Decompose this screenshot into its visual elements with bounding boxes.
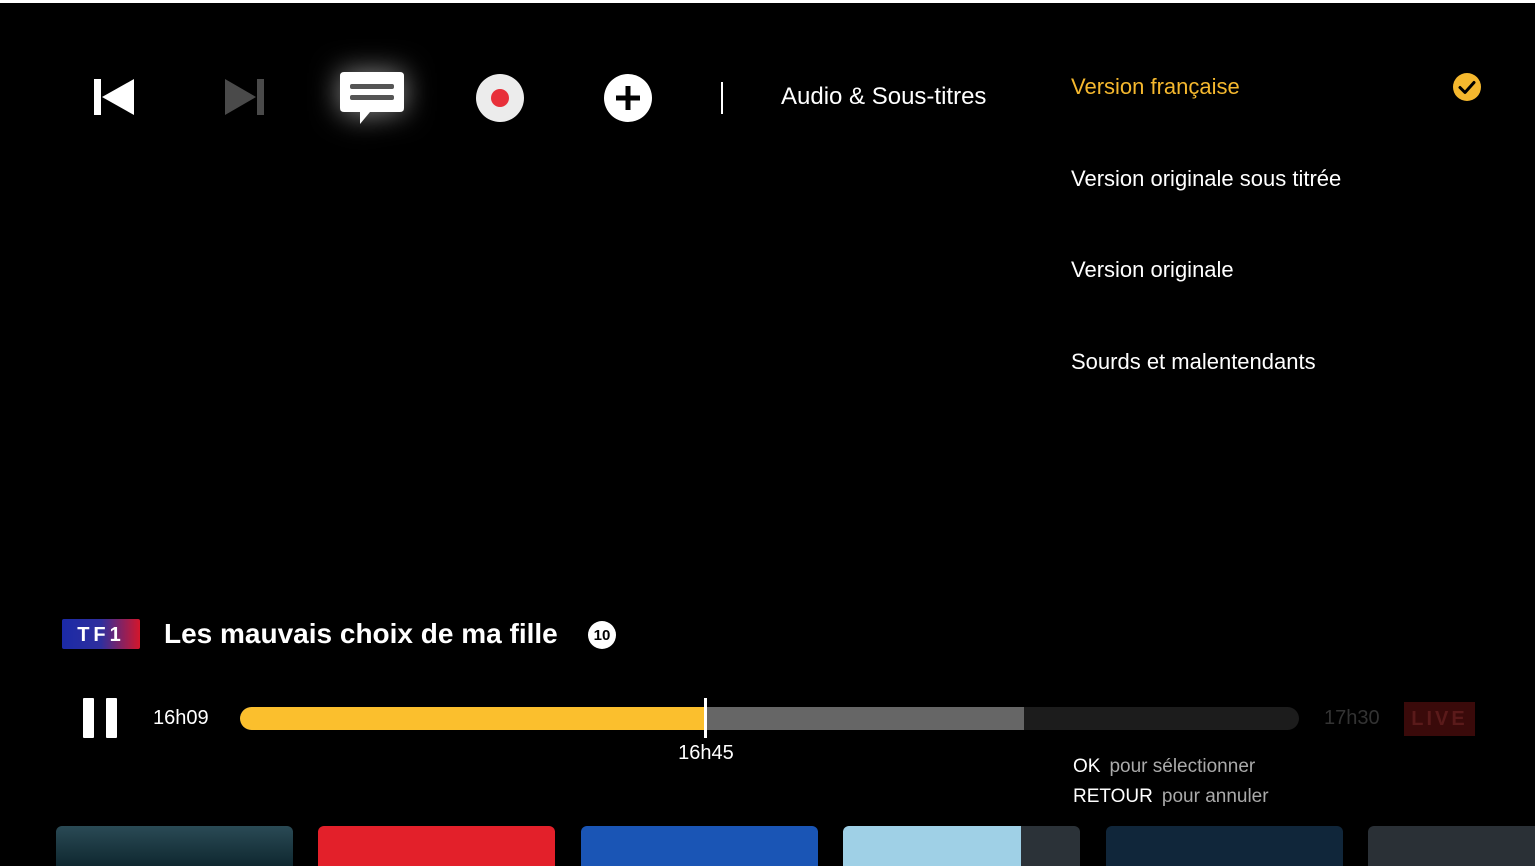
subtitles-icon[interactable]: [336, 68, 408, 130]
hint-key: RETOUR: [1073, 786, 1153, 807]
end-time: 17h30: [1324, 707, 1380, 729]
content-thumbnail[interactable]: [318, 826, 555, 866]
program-title: Les mauvais choix de ma fille: [164, 618, 558, 649]
option-version-originale[interactable]: Version originale: [1071, 257, 1234, 283]
pause-icon[interactable]: [83, 698, 117, 738]
progress-track[interactable]: [240, 707, 1299, 730]
check-circle-icon: [1452, 72, 1482, 102]
live-button[interactable]: LIVE: [1404, 702, 1475, 736]
controls-divider: [721, 82, 723, 114]
channel-logo: TF1: [62, 619, 140, 649]
content-thumbnail[interactable]: [581, 826, 818, 866]
option-sourds-malentendants[interactable]: Sourds et malentendants: [1071, 349, 1316, 375]
svg-text:TF1: TF1: [77, 624, 125, 646]
content-thumbnail[interactable]: [1106, 826, 1343, 866]
start-time: 16h09: [153, 707, 209, 729]
content-thumbnail[interactable]: [1368, 826, 1535, 866]
record-icon[interactable]: [474, 72, 526, 124]
current-time: 16h45: [678, 742, 734, 764]
content-thumbnail[interactable]: [843, 826, 1080, 866]
content-thumbnail[interactable]: [56, 826, 293, 866]
hint-desc: pour annuler: [1161, 786, 1269, 807]
hint-key: OK: [1073, 756, 1101, 777]
add-icon[interactable]: [602, 72, 654, 124]
section-label: Audio & Sous-titres: [781, 83, 987, 110]
skip-next-icon[interactable]: [220, 74, 270, 120]
age-rating-badge: 10: [588, 621, 616, 649]
option-version-originale-sous-titree[interactable]: Version originale sous titrée: [1071, 166, 1341, 192]
hint-retour: RETOUR pour annuler: [1073, 786, 1269, 808]
skip-previous-icon[interactable]: [88, 74, 140, 120]
option-version-francaise[interactable]: Version française: [1071, 74, 1240, 100]
hint-desc: pour sélectionner: [1109, 756, 1256, 777]
playhead[interactable]: [704, 698, 708, 738]
hint-ok: OK pour sélectionner: [1073, 756, 1255, 778]
played-bar: [240, 707, 706, 730]
player-screen: [0, 3, 1535, 860]
